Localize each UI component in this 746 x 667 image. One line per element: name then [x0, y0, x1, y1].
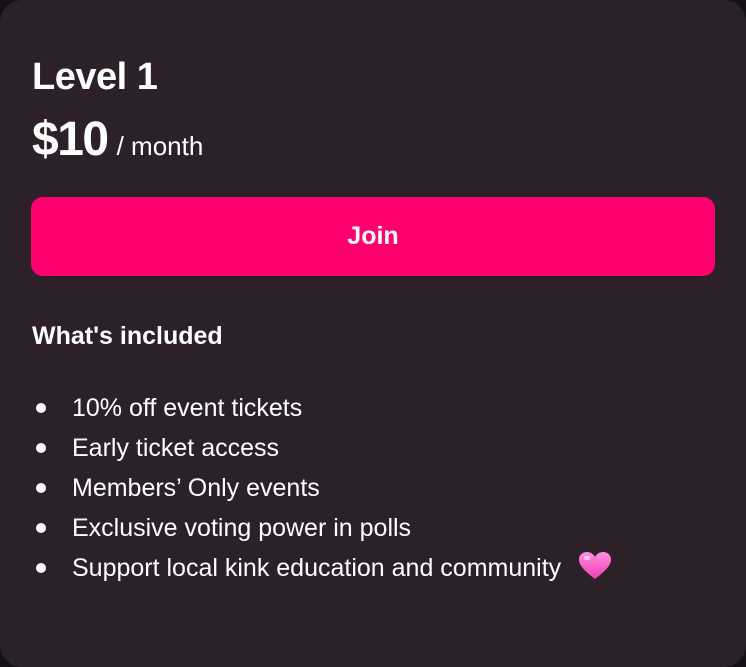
bullet-icon: [36, 563, 46, 573]
list-item: 10% off event tickets: [32, 388, 612, 428]
bullet-icon: [36, 443, 46, 453]
membership-tier-card: Level 1 $10 / month Join What's included…: [0, 0, 746, 667]
list-item: Exclusive voting power in polls: [32, 508, 612, 548]
benefit-label: Members’ Only events: [72, 474, 320, 502]
benefit-label: Early ticket access: [72, 434, 280, 462]
bullet-icon: [36, 523, 46, 533]
pink-heart-icon: [579, 552, 612, 580]
included-heading: What's included: [32, 322, 223, 350]
list-item: Early ticket access: [32, 428, 612, 468]
price-period: / month: [116, 131, 204, 161]
benefits-list: 10% off event tickets Early ticket acces…: [32, 388, 612, 588]
benefit-label: Exclusive voting power in polls: [72, 514, 412, 542]
tier-title: Level 1: [32, 56, 158, 98]
bullet-icon: [36, 483, 46, 493]
bullet-icon: [36, 403, 46, 413]
list-item: Members’ Only events: [32, 468, 612, 508]
price-row: $10 / month: [32, 112, 203, 168]
benefit-label: 10% off event tickets: [72, 394, 303, 422]
list-item: Support local kink education and communi…: [32, 548, 612, 588]
benefit-label: Support local kink education and communi…: [72, 554, 562, 582]
join-button[interactable]: Join: [31, 197, 715, 276]
price-amount: $10: [32, 113, 109, 166]
